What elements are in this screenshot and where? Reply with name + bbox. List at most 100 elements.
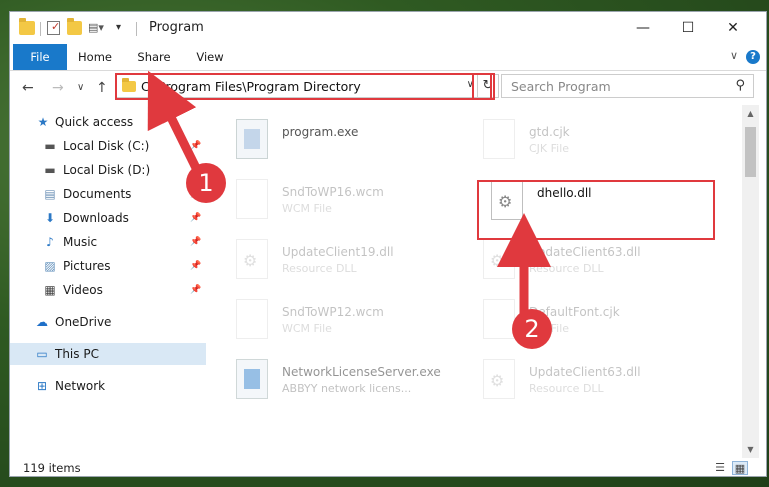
maximize-button[interactable]: ☐ [666,12,710,44]
sidebar-item-videos[interactable]: ▦ Videos 📌 [10,279,206,301]
pin-icon[interactable]: 📌 [190,231,201,253]
folder-icon [19,18,35,35]
file-type: CJK File [529,142,570,155]
file-item[interactable]: NetworkLicenseServer.exe ABBYY network l… [236,359,476,411]
sidebar-item-quick-access[interactable]: ★ Quick access [10,111,206,133]
minimize-button[interactable]: — [621,12,665,44]
collapse-ribbon-icon[interactable]: ∨ [730,49,738,62]
qat-dropdown-icon[interactable]: ▾ [116,21,126,35]
navigation-bar: ← → ∨ ↑ C:\Program Files\Program Directo… [10,71,766,105]
scroll-up-icon[interactable]: ▲ [742,105,759,122]
sidebar-item-label: Local Disk (D:) [63,163,151,177]
navigation-pane: ★ Quick access ▬ Local Disk (C:) 📌 ▬ Loc… [10,105,206,458]
search-icon: ⚲ [735,78,745,93]
sidebar-item-documents[interactable]: ▤ Documents 📌 [10,183,206,205]
scroll-down-icon[interactable]: ▼ [742,441,759,458]
back-button[interactable]: ← [22,80,34,96]
document-file-icon [483,299,515,339]
pictures-icon: ▨ [44,259,56,273]
sidebar-item-music[interactable]: ♪ Music 📌 [10,231,206,253]
file-type: Resource DLL [529,382,604,395]
tab-view[interactable]: View [188,44,232,70]
forward-button[interactable]: → [52,80,64,96]
sidebar-item-downloads[interactable]: ⬇ Downloads 📌 [10,207,206,229]
sidebar-item-label: Pictures [63,259,111,273]
sidebar-item-label: Quick access [55,115,134,129]
ribbon-tabs: File Home Share View ∨ ? [10,44,766,71]
file-type: WCM File [282,322,332,335]
sidebar-item-network[interactable]: ⊞ Network [10,375,206,397]
dll-file-icon: ⚙ [483,359,515,399]
large-icons-view-icon[interactable]: ▦ [732,461,748,475]
tab-file[interactable]: File [13,44,67,70]
sidebar-item-onedrive[interactable]: ☁ OneDrive [10,311,206,333]
sidebar-item-label: Videos [63,283,103,297]
file-item[interactable]: SndToWP12.wcm WCM File [236,299,476,351]
sidebar-item-local-disk-d[interactable]: ▬ Local Disk (D:) 📌 [10,159,206,181]
network-icon: ⊞ [36,379,48,393]
document-file-icon [236,299,268,339]
file-item[interactable]: SndToWP16.wcm WCM File [236,179,476,231]
vertical-scrollbar[interactable]: ▲ ▼ [742,105,759,458]
sidebar-item-pictures[interactable]: ▨ Pictures 📌 [10,255,206,277]
tab-share[interactable]: Share [131,44,177,70]
file-name: UpdateClient63.dll [529,245,641,259]
file-name: UpdateClient19.dll [282,245,394,259]
up-button[interactable]: ↑ [96,80,108,96]
pin-icon[interactable]: 📌 [190,279,201,301]
sidebar-item-label: Local Disk (C:) [63,139,150,153]
file-type: WCM File [282,202,332,215]
sidebar-item-label: This PC [55,347,99,361]
scroll-thumb[interactable] [745,127,756,177]
download-icon: ⬇ [44,211,56,225]
exe-file-icon [236,119,268,159]
sidebar-item-label: Downloads [63,211,129,225]
videos-icon: ▦ [44,283,56,297]
computer-icon: ▭ [36,347,48,361]
file-type: Resource DLL [529,262,604,275]
dll-file-icon: ⚙ [236,239,268,279]
explorer-window: ▤▾ ▾ Program — ☐ ✕ File Home Share View … [9,11,767,477]
sidebar-item-local-disk-c[interactable]: ▬ Local Disk (C:) 📌 [10,135,206,157]
recent-locations-button[interactable]: ∨ [77,82,84,93]
file-item[interactable]: program.exe [236,119,476,171]
document-file-icon [236,179,268,219]
pin-icon[interactable]: 📌 [190,255,201,277]
cloud-icon: ☁ [36,315,48,329]
file-item[interactable]: ⚙ UpdateClient63.dll Resource DLL [483,359,723,411]
pin-icon[interactable]: 📌 [190,135,201,157]
pin-icon[interactable]: 📌 [190,207,201,229]
file-item[interactable]: ⚙ UpdateClient63.dll Resource DLL [483,239,723,291]
sidebar-item-label: Network [55,379,106,393]
documents-icon: ▤ [44,187,56,201]
close-button[interactable]: ✕ [711,12,755,44]
new-folder-icon[interactable] [67,18,82,35]
search-input[interactable]: Search Program [511,79,611,94]
status-bar: 119 items ☰ ▦ [10,458,766,476]
dll-highlight [477,180,715,240]
item-count: 119 items [23,461,81,475]
file-item[interactable]: ⚙ UpdateClient19.dll Resource DLL [236,239,476,291]
tab-home[interactable]: Home [73,44,117,70]
file-type: ABBYY network licens... [282,382,412,395]
sidebar-item-label: Documents [63,187,132,201]
file-name: NetworkLicenseServer.exe [282,365,441,379]
file-name: SndToWP16.wcm [282,185,384,199]
file-name: SndToWP12.wcm [282,305,384,319]
file-item[interactable]: gtd.cjk CJK File [483,119,723,171]
address-highlight [115,73,492,100]
divider [136,22,137,36]
details-view-icon[interactable]: ☰ [712,461,728,475]
search-box[interactable]: Search Program ⚲ [501,74,754,98]
file-list: program.exe SndToWP16.wcm WCM File ⚙ Upd… [206,105,742,458]
exe-file-icon [236,359,268,399]
callout-1: 1 [186,163,226,203]
file-name: UpdateClient63.dll [529,365,641,379]
sidebar-item-this-pc[interactable]: ▭ This PC [10,343,206,365]
callout-2: 2 [512,309,552,349]
help-icon[interactable]: ? [746,50,760,64]
properties-icon[interactable] [47,20,60,35]
star-icon: ★ [37,115,49,129]
window-title: Program [149,20,204,35]
customize-qat-icon[interactable]: ▤▾ [88,21,112,35]
